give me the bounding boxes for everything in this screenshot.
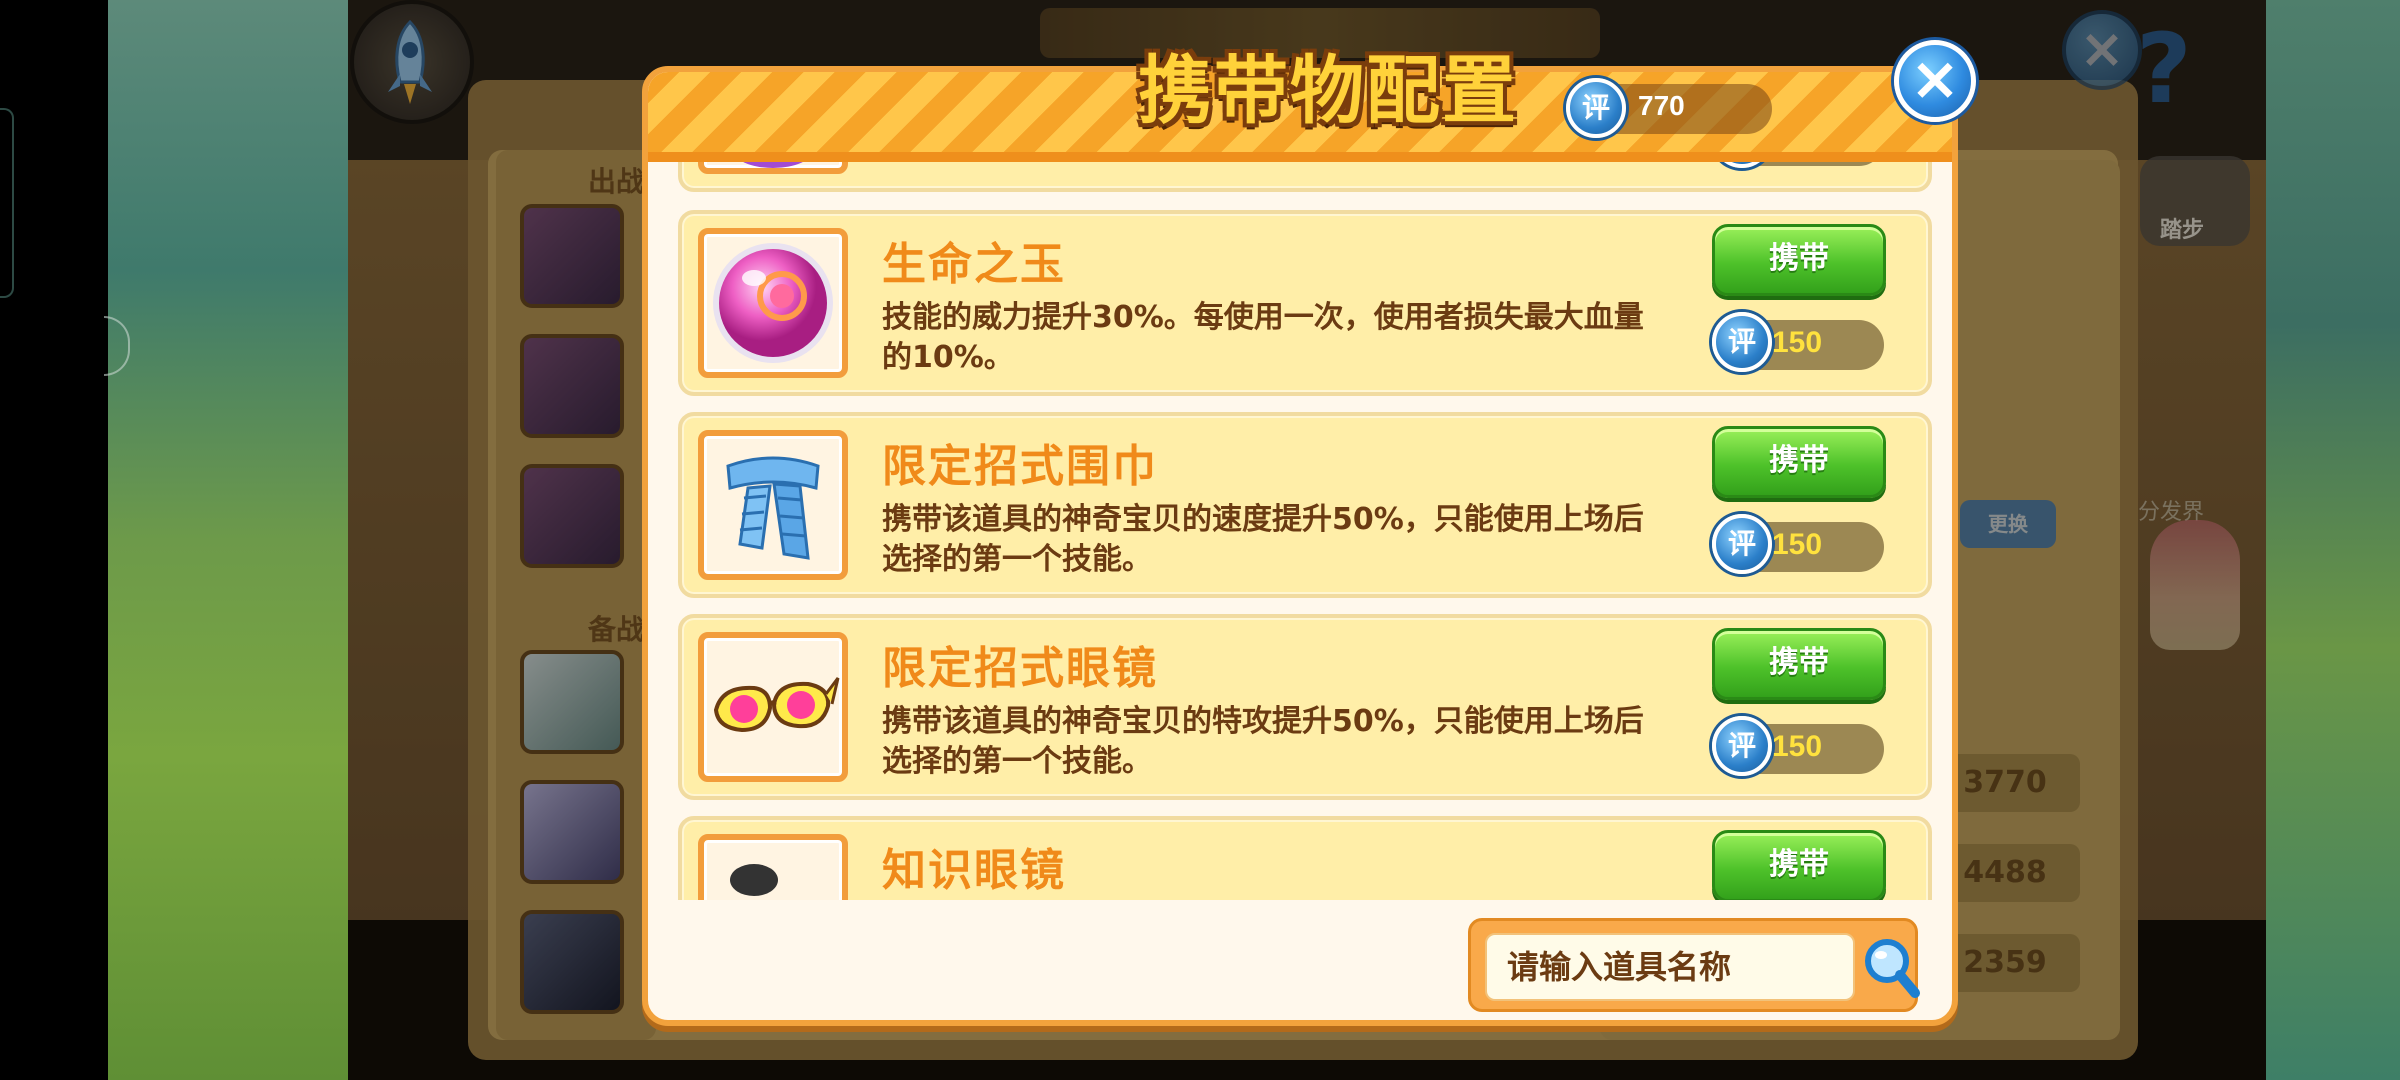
carry-button[interactable]: 携带 xyxy=(1712,628,1886,700)
item-name: 知识眼镜 xyxy=(882,845,1066,896)
item-icon xyxy=(730,864,778,896)
carry-button[interactable]: 携带 xyxy=(1712,224,1886,296)
item-icon-frame xyxy=(698,228,848,378)
choice-scarf-icon xyxy=(726,456,820,560)
search-bar xyxy=(1468,918,1921,1012)
carry-button[interactable]: 携带 xyxy=(1712,426,1886,498)
close-button[interactable]: × xyxy=(1894,40,1976,122)
item-price: 150 xyxy=(1772,326,1823,359)
rating-coin-icon: 评 xyxy=(1566,78,1626,138)
list-item: 限定招式围巾 携带该道具的神奇宝贝的速度提升50%，只能使用上场后选择的第一个技… xyxy=(678,412,1932,598)
item-description: 携带该道具的神奇宝贝的特攻提升50%，只能使用上场后选择的第一个技能。 xyxy=(882,704,1644,779)
item-description: 技能的威力提升30%。每使用一次，使用者损失最大血量的10%。 xyxy=(882,300,1644,375)
coin-balance: 770 xyxy=(1638,90,1685,121)
list-item: 生命之玉 技能的威力提升30%。每使用一次，使用者损失最大血量的10%。 携带 … xyxy=(678,210,1932,396)
item-list[interactable]: 携带 评 生命之玉 技能的威力提升30%。每使用一次， xyxy=(678,162,1932,900)
list-item: 知识眼镜 携带 xyxy=(678,816,1932,900)
carry-item-dialog: 携带物配置 评 770 × 携带 评 xyxy=(642,40,1976,1026)
item-icon-frame xyxy=(698,162,848,174)
search-input[interactable] xyxy=(1485,933,1855,1001)
choice-specs-icon xyxy=(713,677,840,733)
search-icon[interactable] xyxy=(1861,935,1921,1001)
list-item: 限定招式眼镜 携带该道具的神奇宝贝的特攻提升50%，只能使用上场后选择的第一个技… xyxy=(678,614,1932,800)
item-name: 生命之玉 xyxy=(882,239,1066,290)
item-price: 150 xyxy=(1772,528,1823,561)
side-tab-edge xyxy=(0,108,14,298)
item-name: 限定招式眼镜 xyxy=(882,643,1158,694)
life-orb-icon xyxy=(713,243,833,363)
carry-button[interactable]: 携带 xyxy=(1712,830,1886,900)
item-icon xyxy=(743,162,803,168)
item-icon-frame xyxy=(698,632,848,782)
item-description: 携带该道具的神奇宝贝的速度提升50%，只能使用上场后选择的第一个技能。 xyxy=(882,502,1644,577)
item-name: 限定招式围巾 xyxy=(882,441,1158,492)
item-price: 150 xyxy=(1772,730,1823,763)
item-icon-frame xyxy=(698,430,848,580)
list-item: 携带 评 xyxy=(678,162,1932,192)
rating-coin-icon: 评 xyxy=(1712,716,1772,776)
dialog-title: 携带物配置 xyxy=(1138,48,1518,134)
rating-coin-icon: 评 xyxy=(1712,312,1772,372)
rating-coin-icon: 评 xyxy=(1712,514,1772,574)
game-screen: 出战 备战 3770 4488 2359 更换 踏步 分发界 × ? 携带物配置… xyxy=(0,0,2400,1080)
background-grass-left xyxy=(108,0,348,1080)
item-icon-frame xyxy=(698,834,848,900)
background-grass-right xyxy=(2266,0,2400,1080)
